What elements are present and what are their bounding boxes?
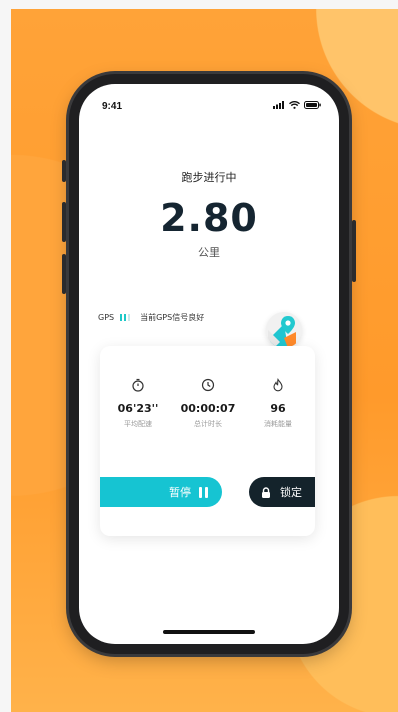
phone-frame: 9:41 跑步进行中 2.80 公里 GPS 当前GPS信号良好 06'23''… [62,74,356,654]
stat-pace-label: 平均配速 [124,420,152,428]
gps-label: GPS [98,313,115,322]
wifi-icon [289,101,300,109]
volume-up-button [62,202,66,242]
gps-signal-bar [124,314,127,321]
gps-status-text: 当前GPS信号良好 [140,313,205,322]
clock-icon [201,378,215,392]
home-indicator[interactable] [163,630,255,634]
stat-calories-label: 消耗能量 [264,420,292,428]
stat-pace-value: 06'23'' [117,402,159,415]
stat-calories: 96 消耗能量 [242,378,314,429]
run-stats-card: 06'23'' 平均配速 00:00:07 总计时长 96 消耗能量 [100,346,315,536]
power-button [352,220,356,282]
mute-switch [62,160,66,182]
gps-signal-icon [120,314,131,321]
cellular-signal-icon [273,101,284,109]
status-icons [273,101,321,109]
stopwatch-icon [132,378,144,392]
stat-calories-value: 96 [270,402,286,415]
distance-value: 2.80 [160,196,258,240]
lock-button[interactable]: 锁定 [249,477,315,507]
volume-down-button [62,254,66,294]
map-button[interactable] [266,312,302,348]
status-time: 9:41 [102,101,123,112]
gps-signal-bar [128,314,131,321]
map-pin-icon [268,316,296,348]
stat-duration: 00:00:07 总计时长 [172,378,244,429]
flame-icon [273,378,283,392]
gps-signal-bar [120,314,123,321]
stat-duration-value: 00:00:07 [180,402,236,415]
stat-duration-label: 总计时长 [194,420,222,428]
battery-icon [304,101,321,109]
pause-icon [199,486,208,498]
gps-status-row: GPS 当前GPS信号良好 [98,312,204,323]
lock-icon [262,486,270,498]
run-status-title: 跑步进行中 [181,171,237,184]
lock-button-label: 锁定 [280,486,302,499]
pause-button-label: 暂停 [169,486,191,499]
distance-unit: 公里 [198,246,220,259]
stat-pace: 06'23'' 平均配速 [102,378,174,429]
pause-button[interactable]: 暂停 [100,477,222,507]
app-screen: 9:41 跑步进行中 2.80 公里 GPS 当前GPS信号良好 06'23''… [79,84,339,644]
